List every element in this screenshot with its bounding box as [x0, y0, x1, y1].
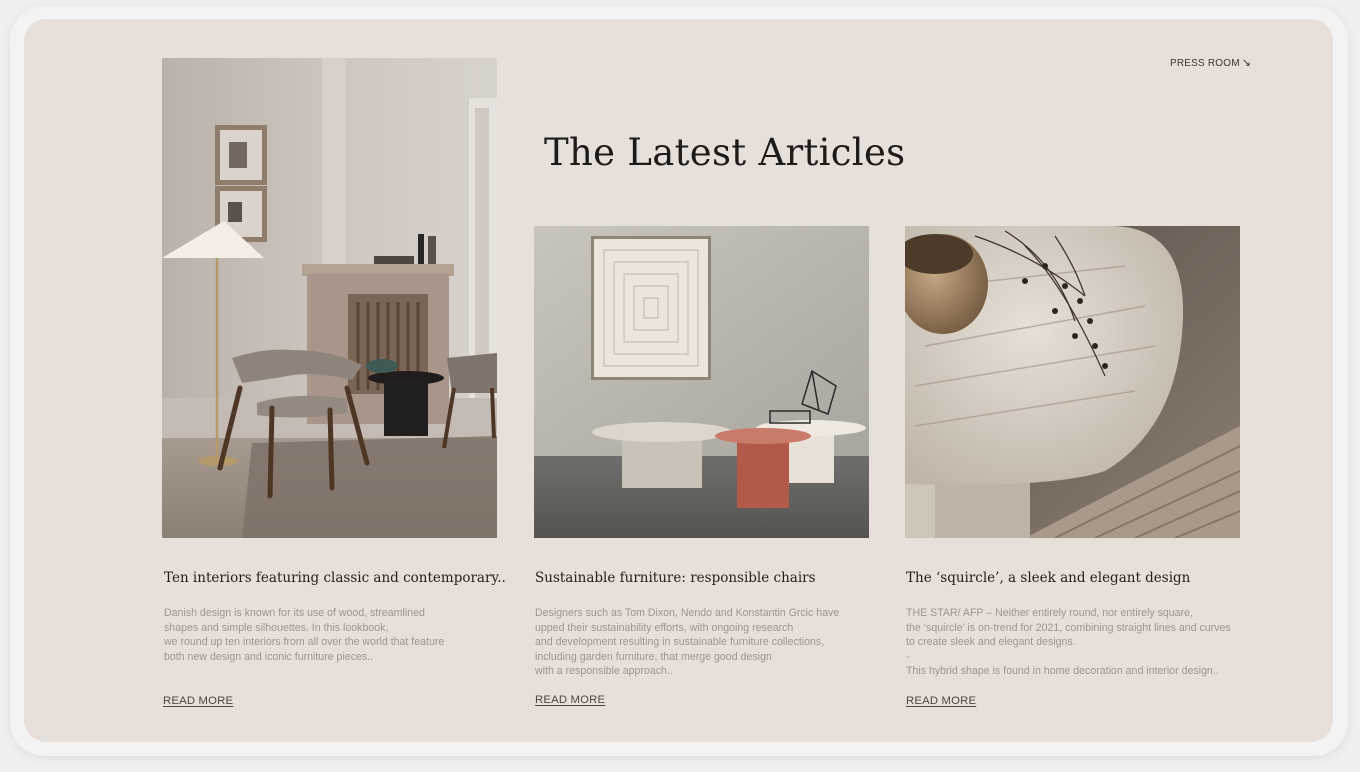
article-1-line: shapes and simple silhouettes. In this l… — [164, 621, 389, 634]
article-1-line: both new design and iconic furniture pie… — [164, 650, 374, 663]
article-1-line: Danish design is known for its use of wo… — [164, 607, 425, 619]
article-2-read-more-link[interactable]: READ MORE — [535, 694, 605, 706]
press-room-label: PRESS ROOM — [1170, 58, 1240, 69]
article-3-line: THE STAR/ AFP – Neither entirely round, … — [906, 607, 1193, 619]
page-title: The Latest Articles — [544, 131, 906, 174]
article-2-line: including garden furniture, that merge g… — [535, 650, 772, 663]
article-2-line: with a responsible approach.. — [535, 665, 673, 678]
article-3-title[interactable]: The ‘squircle’, a sleek and elegant desi… — [906, 570, 1190, 586]
article-1-title[interactable]: Ten interiors featuring classic and cont… — [164, 570, 506, 586]
article-3-line: This hybrid shape is found in home decor… — [906, 665, 1219, 678]
article-3-read-more-link[interactable]: READ MORE — [906, 695, 976, 707]
article-3-line: - — [906, 650, 910, 663]
article-2-line: upped their sustainability efforts, with… — [535, 621, 794, 634]
article-3-line: to create sleek and elegant designs. — [906, 636, 1076, 649]
article-1-description: Danish design is known for its use of wo… — [164, 606, 504, 664]
article-2-image[interactable] — [534, 226, 869, 538]
article-2-description: Designers such as Tom Dixon, Nendo and K… — [535, 606, 875, 679]
article-1-read-more-link[interactable]: READ MORE — [163, 695, 233, 707]
article-2-line: Designers such as Tom Dixon, Nendo and K… — [535, 607, 840, 619]
article-3-image[interactable] — [905, 226, 1240, 538]
article-3-description: THE STAR/ AFP – Neither entirely round, … — [906, 606, 1246, 679]
article-2-title[interactable]: Sustainable furniture: responsible chair… — [535, 570, 816, 586]
article-1-image[interactable] — [162, 58, 497, 538]
article-3-line: the ‘squircle’ is on-trend for 2021, com… — [906, 621, 1231, 634]
article-2-line: and development resulting in sustainable… — [535, 636, 825, 649]
articles-section: PRESS ROOM ↘ The Latest Articles Ten int… — [24, 19, 1333, 742]
arrow-down-right-icon: ↘ — [1241, 57, 1252, 69]
article-1-line: we round up ten interiors from all over … — [164, 636, 445, 649]
press-room-link[interactable]: PRESS ROOM ↘ — [1170, 56, 1251, 69]
